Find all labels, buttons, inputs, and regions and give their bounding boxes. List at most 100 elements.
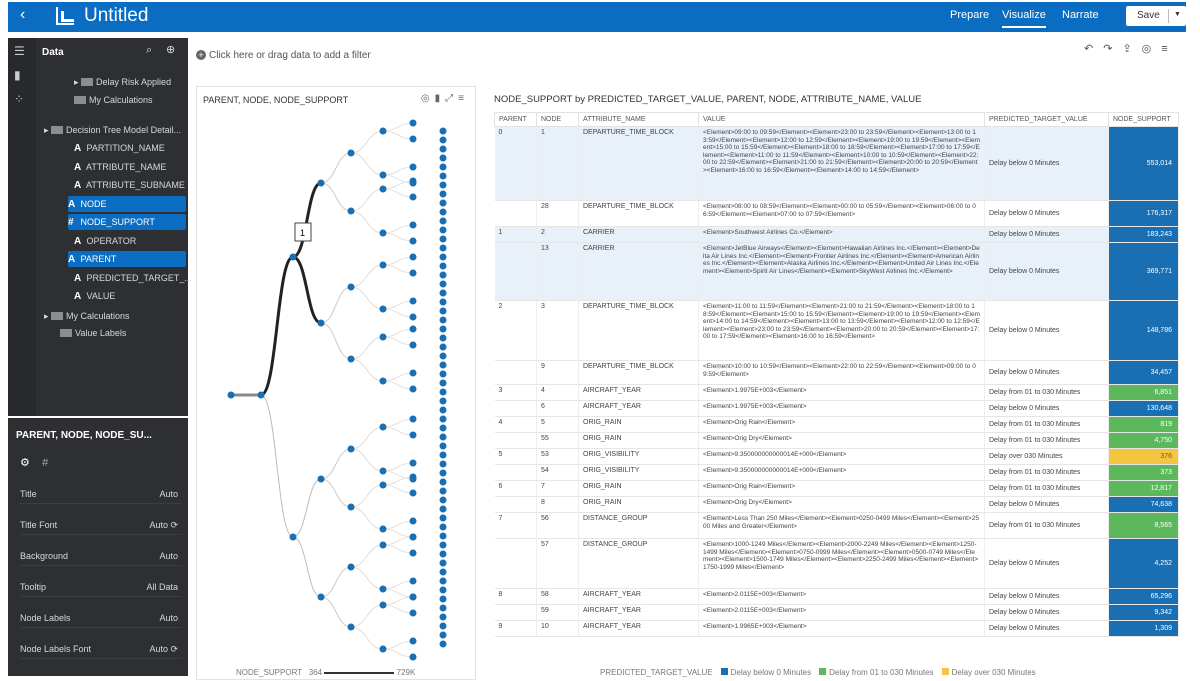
- tree-node: [317, 475, 325, 483]
- data-tree-item[interactable]: A ATTRIBUTE_SUBNAME: [74, 177, 185, 193]
- table-panel[interactable]: NODE_SUPPORT by PREDICTED_TARGET_VALUE, …: [490, 86, 1186, 676]
- data-tree-item[interactable]: ▸ Delay Risk Applied: [74, 74, 171, 90]
- property-row[interactable]: Title Font Auto ⟳: [20, 515, 182, 535]
- left-icon-rail: ☰ ▮ ⁘: [8, 38, 36, 416]
- table-row[interactable]: 59 AIRCRAFT_YEAR <Element>2.0115E+003</Ele…: [494, 604, 1179, 621]
- table-row[interactable]: 13 CARRIER <Element>JetBlue Airways</Eleme…: [494, 242, 1179, 301]
- column-header[interactable]: PARENT: [494, 112, 537, 127]
- table-cell: 34,457: [1108, 360, 1179, 385]
- table-row[interactable]: 57 DISTANCE_GROUP <Element>1000-1249 Miles…: [494, 538, 1179, 589]
- property-row[interactable]: Tooltip All Data: [20, 577, 182, 597]
- column-header[interactable]: NODE_SUPPORT: [1108, 112, 1179, 127]
- data-tree-item[interactable]: My Calculations: [74, 92, 153, 108]
- back-icon[interactable]: ‹: [20, 6, 25, 24]
- data-tree-item[interactable]: A VALUE: [74, 288, 115, 304]
- data-tree-item[interactable]: # NODE_SUPPORT: [68, 214, 186, 230]
- tree-node: [409, 221, 417, 229]
- table-row[interactable]: 1 2 CARRIER <Element>Southwest Airlines Co.…: [494, 226, 1179, 243]
- tree-edge: [382, 484, 414, 494]
- data-tree-item-label: ATTRIBUTE_NAME: [86, 162, 167, 172]
- property-value[interactable]: Auto ⟳: [149, 515, 178, 535]
- tree-node: [379, 467, 387, 475]
- property-value[interactable]: Auto: [159, 484, 178, 504]
- column-header[interactable]: ATTRIBUTE_NAME: [578, 112, 699, 127]
- search-icon[interactable]: ⌕: [146, 42, 152, 58]
- nav-prepare[interactable]: Prepare: [950, 9, 989, 21]
- table-row[interactable]: 8 58 AIRCRAFT_YEAR <Element>2.0115E+003</El…: [494, 588, 1179, 605]
- add-data-icon[interactable]: ⊕: [166, 42, 175, 58]
- property-row[interactable]: Title Auto: [20, 484, 182, 504]
- undo-icon[interactable]: ↶: [1084, 43, 1103, 55]
- table-row[interactable]: 28 DEPARTURE_TIME_BLOCK <Element>08:00 to …: [494, 200, 1179, 227]
- tree-node: [439, 163, 447, 171]
- data-table[interactable]: PARENT NODE ATTRIBUTE_NAME VALUE PREDICTED_T…: [494, 112, 1179, 637]
- nav-narrate[interactable]: Narrate: [1062, 9, 1099, 21]
- expand-arrow-icon[interactable]: ▸: [74, 77, 81, 87]
- menu-icon[interactable]: ≡: [1161, 43, 1177, 55]
- table-row[interactable]: 2 3 DEPARTURE_TIME_BLOCK <Element>11:00 to …: [494, 300, 1179, 361]
- export-icon[interactable]: ⇪: [1122, 43, 1141, 55]
- expand-arrow-icon[interactable]: ▸: [44, 125, 51, 135]
- property-row[interactable]: Node Labels Font Auto ⟳: [20, 639, 182, 659]
- expand-arrow-icon[interactable]: ▸: [44, 311, 51, 321]
- table-cell: [494, 360, 537, 385]
- table-cell: <Element>1.9975E+003</Element>: [698, 384, 985, 401]
- table-cell: Delay from 01 to 030 Minutes: [984, 512, 1109, 539]
- table-row[interactable]: 8 ORIG_RAIN <Element>Orig Dry</Element> Del…: [494, 496, 1179, 513]
- save-menu-caret-icon[interactable]: ▼: [1174, 11, 1181, 18]
- table-row[interactable]: 7 56 DISTANCE_GROUP <Element>Less Than 250 …: [494, 512, 1179, 539]
- table-cell: <Element>Less Than 250 Miles</Element><E…: [698, 512, 985, 539]
- table-row[interactable]: 55 ORIG_RAIN <Element>Orig Dry</Element> De…: [494, 432, 1179, 449]
- table-cell: Delay below 0 Minutes: [984, 300, 1109, 361]
- property-value[interactable]: Auto: [159, 546, 178, 566]
- data-icon[interactable]: ☰: [14, 44, 29, 58]
- table-row[interactable]: 6 AIRCRAFT_YEAR <Element>1.9975E+003</Elem…: [494, 400, 1179, 417]
- table-row[interactable]: 54 ORIG_VISIBILITY <Element>9.350000000000…: [494, 464, 1179, 481]
- analytics-icon[interactable]: ⁘: [14, 92, 29, 106]
- table-row[interactable]: 6 7 ORIG_RAIN <Element>Orig Rain</Element> D…: [494, 480, 1179, 497]
- table-row[interactable]: 3 4 AIRCRAFT_YEAR <Element>1.9975E+003</Ele…: [494, 384, 1179, 401]
- nav-visualize[interactable]: Visualize: [1002, 9, 1046, 28]
- data-tree-item[interactable]: A NODE: [68, 196, 186, 212]
- property-value[interactable]: Auto: [159, 608, 178, 628]
- data-tree-item[interactable]: A PARENT: [68, 251, 186, 267]
- data-tree-item[interactable]: ▸ Decision Tree Model Detail...: [44, 122, 181, 138]
- property-value[interactable]: Auto ⟳: [149, 639, 178, 659]
- column-header[interactable]: NODE: [536, 112, 579, 127]
- data-tree-item[interactable]: A OPERATOR: [74, 233, 136, 249]
- tree-node: [347, 207, 355, 215]
- column-header[interactable]: VALUE: [698, 112, 985, 127]
- data-tree-item[interactable]: A ATTRIBUTE_NAME: [74, 159, 166, 175]
- table-cell: 9: [536, 360, 579, 385]
- tree-node: [409, 593, 417, 601]
- table-cell: 3: [494, 384, 537, 401]
- table-row[interactable]: 4 5 ORIG_RAIN <Element>Orig Rain</Element> D…: [494, 416, 1179, 433]
- save-button[interactable]: Save ▼: [1126, 6, 1186, 26]
- project-title[interactable]: Untitled: [84, 5, 148, 27]
- values-tab[interactable]: #: [42, 457, 48, 469]
- table-row[interactable]: 9 DEPARTURE_TIME_BLOCK <Element>10:00 to 1…: [494, 360, 1179, 385]
- settings-icon[interactable]: ◎: [1142, 43, 1162, 55]
- visualizations-icon[interactable]: ▮: [14, 68, 29, 82]
- column-header[interactable]: PREDICTED_TARGET_VALUE: [984, 112, 1109, 127]
- table-row[interactable]: 0 1 DEPARTURE_TIME_BLOCK <Element>09:00 to …: [494, 126, 1179, 201]
- data-tree-item[interactable]: A PARTITION_NAME: [74, 140, 165, 156]
- decision-tree[interactable]: 1: [197, 87, 477, 667]
- property-value[interactable]: All Data: [146, 577, 178, 597]
- data-tree-item[interactable]: A PREDICTED_TARGET_...: [74, 270, 192, 286]
- table-cell: <Element>9.350000000000014E+000</Element…: [698, 464, 985, 481]
- tree-node: [439, 460, 447, 468]
- data-tree-item[interactable]: Value Labels: [60, 325, 126, 341]
- add-filter-icon[interactable]: +: [196, 50, 206, 60]
- attribute-icon: A: [74, 236, 82, 247]
- property-row[interactable]: Node Labels Auto: [20, 608, 182, 628]
- tree-edge: [382, 596, 414, 606]
- general-tab-icon[interactable]: ⚙: [20, 457, 30, 469]
- data-tree-item[interactable]: ▸ My Calculations: [44, 308, 130, 324]
- table-row[interactable]: 5 53 ORIG_VISIBILITY <Element>9.35000000000…: [494, 448, 1179, 465]
- property-row[interactable]: Background Auto: [20, 546, 182, 566]
- filter-bar[interactable]: + Click here or drag data to add a filter: [196, 50, 371, 61]
- table-row[interactable]: 9 10 AIRCRAFT_YEAR <Element>1.9965E+003</El…: [494, 620, 1179, 637]
- tree-diagram-panel[interactable]: PARENT, NODE, NODE_SUPPORT ◎▮⤢≡ 1: [196, 86, 476, 680]
- redo-icon[interactable]: ↷: [1103, 43, 1122, 55]
